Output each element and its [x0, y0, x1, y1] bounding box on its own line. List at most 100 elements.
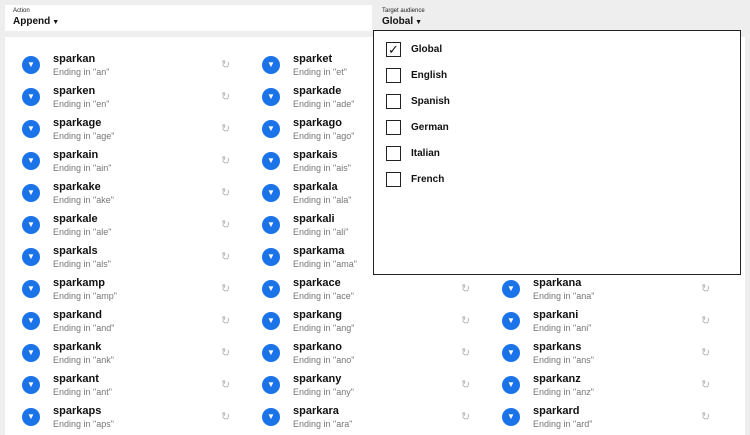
item-ending: Ending in "ans" — [533, 355, 594, 365]
audience-value[interactable]: Global ▼ — [382, 16, 422, 27]
add-item-button[interactable]: ▼ — [22, 216, 40, 234]
add-item-button[interactable]: ▼ — [22, 344, 40, 362]
checkbox[interactable]: ✓ — [386, 42, 401, 57]
action-value[interactable]: Append ▼ — [13, 16, 59, 27]
item-word: sparkain — [53, 149, 99, 161]
add-item-button[interactable]: ▼ — [262, 248, 280, 266]
refresh-icon[interactable]: ↻ — [461, 314, 470, 327]
list-item: ▼ sparkain Ending in "ain" ↻ — [5, 146, 241, 178]
refresh-icon[interactable]: ↻ — [221, 218, 230, 231]
action-select[interactable]: Action Append ▼ — [5, 5, 372, 31]
item-ending: Ending in "ara" — [293, 419, 353, 429]
list-item: ▼ sparkank Ending in "ank" ↻ — [5, 338, 241, 370]
item-ending: Ending in "ana" — [533, 291, 595, 301]
item-word: sparkace — [293, 277, 341, 289]
option-label: German — [411, 122, 449, 133]
refresh-icon[interactable]: ↻ — [221, 378, 230, 391]
audience-option[interactable]: English — [386, 68, 586, 86]
add-item-button[interactable]: ▼ — [262, 312, 280, 330]
refresh-icon[interactable]: ↻ — [221, 154, 230, 167]
item-word: sparkale — [53, 213, 98, 225]
list-item: ▼ sparkani Ending in "ani" ↻ — [485, 306, 721, 338]
add-item-button[interactable]: ▼ — [262, 376, 280, 394]
add-item-button[interactable]: ▼ — [502, 344, 520, 362]
add-item-button[interactable]: ▼ — [262, 56, 280, 74]
refresh-icon[interactable]: ↻ — [221, 314, 230, 327]
list-item: ▼ sparkals Ending in "als" ↻ — [5, 242, 241, 274]
item-word: sparkais — [293, 149, 338, 161]
add-item-button[interactable]: ▼ — [262, 216, 280, 234]
item-word: sparkana — [533, 277, 582, 289]
audience-select[interactable]: Target audience Global ▼ — [374, 5, 574, 31]
add-item-button[interactable]: ▼ — [22, 56, 40, 74]
item-word: sparkany — [293, 373, 342, 385]
add-item-button[interactable]: ▼ — [262, 152, 280, 170]
refresh-icon[interactable]: ↻ — [461, 378, 470, 391]
add-item-button[interactable]: ▼ — [22, 120, 40, 138]
add-item-button[interactable]: ▼ — [22, 376, 40, 394]
add-item-button[interactable]: ▼ — [262, 280, 280, 298]
add-item-button[interactable]: ▼ — [262, 344, 280, 362]
list-item: ▼ sparkaps Ending in "aps" ↻ — [5, 402, 241, 434]
audience-option[interactable]: Spanish — [386, 94, 586, 112]
checkbox[interactable] — [386, 172, 401, 187]
checkbox[interactable] — [386, 120, 401, 135]
refresh-icon[interactable]: ↻ — [221, 282, 230, 295]
option-label: English — [411, 70, 448, 81]
audience-option[interactable]: ✓ Global — [386, 42, 586, 60]
refresh-icon[interactable]: ↻ — [221, 410, 230, 423]
refresh-icon[interactable]: ↻ — [221, 90, 230, 103]
checkbox[interactable] — [386, 94, 401, 109]
add-item-button[interactable]: ▼ — [502, 408, 520, 426]
refresh-icon[interactable]: ↻ — [701, 314, 710, 327]
refresh-icon[interactable]: ↻ — [221, 58, 230, 71]
option-label: Italian — [411, 148, 440, 159]
audience-option[interactable]: Italian — [386, 146, 586, 164]
refresh-icon[interactable]: ↻ — [461, 346, 470, 359]
add-item-button[interactable]: ▼ — [22, 88, 40, 106]
add-item-button[interactable]: ▼ — [262, 120, 280, 138]
refresh-icon[interactable]: ↻ — [701, 378, 710, 391]
item-word: sparkant — [53, 373, 99, 385]
refresh-icon[interactable]: ↻ — [701, 346, 710, 359]
item-ending: Ending in "ace" — [293, 291, 354, 301]
checkbox[interactable] — [386, 146, 401, 161]
item-ending: Ending in "ang" — [293, 323, 355, 333]
add-item-button[interactable]: ▼ — [22, 280, 40, 298]
item-word: sparkage — [53, 117, 102, 129]
caret-down-icon: ▼ — [415, 19, 423, 26]
add-item-button[interactable]: ▼ — [262, 184, 280, 202]
checkbox[interactable] — [386, 68, 401, 83]
add-item-button[interactable]: ▼ — [502, 280, 520, 298]
item-ending: Ending in "ala" — [293, 195, 352, 205]
add-item-button[interactable]: ▼ — [262, 88, 280, 106]
refresh-icon[interactable]: ↻ — [461, 410, 470, 423]
refresh-icon[interactable]: ↻ — [221, 250, 230, 263]
refresh-icon[interactable]: ↻ — [461, 282, 470, 295]
refresh-icon[interactable]: ↻ — [221, 122, 230, 135]
add-item-button[interactable]: ▼ — [22, 248, 40, 266]
list-item: ▼ sparkana Ending in "ana" ↻ — [485, 274, 721, 306]
list-item: ▼ sparkan Ending in "an" ↻ — [5, 50, 241, 82]
item-word: sparkanz — [533, 373, 581, 385]
audience-value-text: Global — [382, 16, 414, 27]
add-item-button[interactable]: ▼ — [22, 184, 40, 202]
add-item-button[interactable]: ▼ — [22, 312, 40, 330]
refresh-icon[interactable]: ↻ — [221, 346, 230, 359]
add-item-button[interactable]: ▼ — [502, 312, 520, 330]
audience-option[interactable]: German — [386, 120, 586, 138]
item-ending: Ending in "ani" — [533, 323, 592, 333]
item-ending: Ending in "ago" — [293, 131, 355, 141]
item-ending: Ending in "aps" — [53, 419, 114, 429]
add-item-button[interactable]: ▼ — [262, 408, 280, 426]
item-word: sparket — [293, 53, 333, 65]
refresh-icon[interactable]: ↻ — [701, 282, 710, 295]
refresh-icon[interactable]: ↻ — [221, 186, 230, 199]
add-item-button[interactable]: ▼ — [22, 408, 40, 426]
item-word: sparkara — [293, 405, 339, 417]
audience-option[interactable]: French — [386, 172, 586, 190]
add-item-button[interactable]: ▼ — [502, 376, 520, 394]
refresh-icon[interactable]: ↻ — [701, 410, 710, 423]
list-item: ▼ sparkant Ending in "ant" ↻ — [5, 370, 241, 402]
add-item-button[interactable]: ▼ — [22, 152, 40, 170]
